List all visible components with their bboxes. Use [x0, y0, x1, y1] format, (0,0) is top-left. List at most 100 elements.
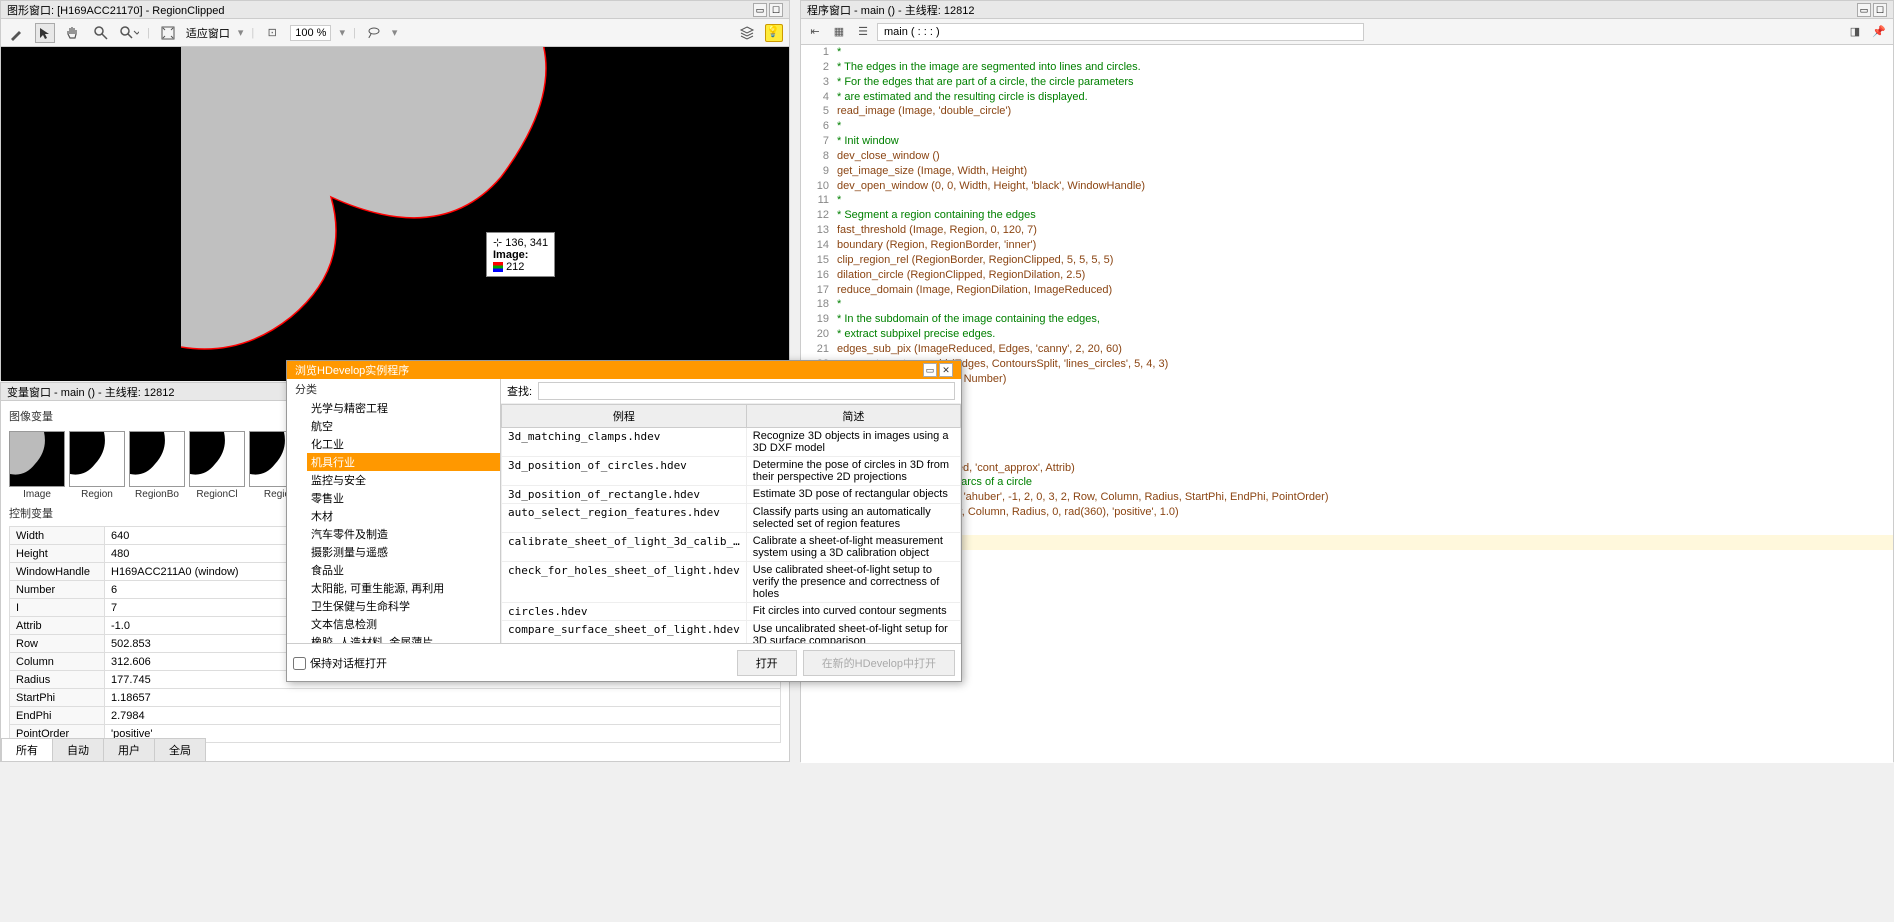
- zoom-icon[interactable]: [91, 23, 111, 43]
- example-row[interactable]: auto_select_region_features.hdevClassify…: [502, 504, 961, 533]
- category-item[interactable]: 光学与精密工程: [311, 399, 500, 417]
- code-line[interactable]: tour_xld (ContCircle, Row, Column, Radiu…: [805, 505, 1893, 520]
- code-line[interactable]: 17reduce_domain (Image, RegionDilation, …: [805, 283, 1893, 298]
- category-item[interactable]: 航空: [311, 417, 500, 435]
- example-row[interactable]: 3d_position_of_circles.hdevDetermine the…: [502, 457, 961, 486]
- procedure-selector[interactable]: main ( : : : ): [877, 23, 1364, 41]
- hand-icon[interactable]: [63, 23, 83, 43]
- col-desc[interactable]: 简述: [746, 405, 960, 428]
- category-item[interactable]: 食品业: [311, 561, 500, 579]
- code-line[interactable]: 7* Init window: [805, 134, 1893, 149]
- step-icon[interactable]: ▦: [829, 22, 849, 42]
- fit-window-icon[interactable]: [158, 23, 178, 43]
- code-line[interactable]: 23count_obj (ContoursSplit, Number): [805, 372, 1893, 387]
- example-row[interactable]: calibrate_sheet_of_light_3d_calib_…Calib…: [502, 533, 961, 562]
- dialog-titlebar[interactable]: 浏览HDevelop实例程序 ▭ ✕: [287, 361, 961, 379]
- code-line[interactable]: the line segment that are arcs of a circ…: [805, 475, 1893, 490]
- open-button[interactable]: 打开: [737, 650, 797, 676]
- tab-3[interactable]: 全局: [154, 738, 206, 761]
- hier-icon[interactable]: ◨: [1845, 22, 1865, 42]
- ctrl-row[interactable]: StartPhi1.18657: [10, 689, 781, 707]
- code-line[interactable]: _attrib_xld (ObjectSelected, 'cont_appro…: [805, 461, 1893, 476]
- dialog-close-button[interactable]: ✕: [939, 363, 953, 377]
- code-line[interactable]: 11*: [805, 193, 1893, 208]
- example-row[interactable]: 3d_matching_clamps.hdevRecognize 3D obje…: [502, 428, 961, 457]
- code-line[interactable]: 9get_image_size (Image, Width, Height): [805, 164, 1893, 179]
- col-example[interactable]: 例程: [502, 405, 747, 428]
- category-tree[interactable]: 分类 光学与精密工程航空化工业机具行业监控与安全零售业木材汽车零件及制造摄影测量…: [287, 379, 501, 643]
- category-item[interactable]: 化工业: [311, 435, 500, 453]
- code-line[interactable]: 22segment_contours_xld (Edges, ContoursS…: [805, 357, 1893, 372]
- code-line[interactable]: tour_xld (ObjectSelected, 'ahuber', -1, …: [805, 490, 1893, 505]
- category-item[interactable]: 汽车零件及制造: [311, 525, 500, 543]
- code-line[interactable]: plit): [805, 535, 1893, 550]
- zoom-level[interactable]: 100 %: [290, 25, 331, 41]
- enter-proc-icon[interactable]: ⇤: [805, 22, 825, 42]
- thumb-regionbo[interactable]: RegionBo: [129, 431, 185, 500]
- category-item[interactable]: 橡胶, 人造材料, 金属薄片: [311, 633, 500, 643]
- lasso-icon[interactable]: [364, 23, 384, 43]
- pin-icon[interactable]: 📌: [1869, 22, 1889, 42]
- code-line[interactable]: 5read_image (Image, 'double_circle'): [805, 104, 1893, 119]
- code-line[interactable]: 13fast_threshold (Image, Region, 0, 120,…: [805, 223, 1893, 238]
- tab-0[interactable]: 所有: [1, 738, 53, 761]
- tab-1[interactable]: 自动: [52, 738, 104, 761]
- code-line[interactable]: 6*: [805, 119, 1893, 134]
- code-line[interactable]: 15clip_region_rel (RegionBorder, RegionC…: [805, 253, 1893, 268]
- code-line[interactable]: 19* In the subdomain of the image contai…: [805, 312, 1893, 327]
- thumb-regioncl[interactable]: RegionCl: [189, 431, 245, 500]
- category-item[interactable]: 卫生保健与生命科学: [311, 597, 500, 615]
- category-item[interactable]: 机具行业: [307, 453, 500, 471]
- code-line[interactable]: 20* extract subpixel precise edges.: [805, 327, 1893, 342]
- examples-table[interactable]: 例程 简述 3d_matching_clamps.hdevRecognize 3…: [501, 404, 961, 643]
- code-line[interactable]: 8dev_close_window (): [805, 149, 1893, 164]
- open-new-button[interactable]: 在新的HDevelop中打开: [803, 650, 955, 676]
- layers-icon[interactable]: [737, 23, 757, 43]
- code-line[interactable]: f'): [805, 416, 1893, 431]
- list-icon[interactable]: ☰: [853, 22, 873, 42]
- keep-open-input[interactable]: [293, 657, 306, 670]
- code-line[interactable]: 10dev_open_window (0, 0, Width, Height, …: [805, 179, 1893, 194]
- thumb-image[interactable]: Image: [9, 431, 65, 500]
- code-line[interactable]: 24dev_display (Image): [805, 386, 1893, 401]
- graphics-canvas[interactable]: ⊹ 136, 341 Image: 212: [1, 47, 789, 381]
- code-line[interactable]: by 1: [805, 431, 1893, 446]
- code-line[interactable]: 16dilation_circle (RegionClipped, Region…: [805, 268, 1893, 283]
- bulb-icon[interactable]: 💡: [765, 24, 783, 42]
- code-line[interactable]: 12* Segment a region containing the edge…: [805, 208, 1893, 223]
- example-row[interactable]: 3d_position_of_rectangle.hdevEstimate 3D…: [502, 486, 961, 504]
- dialog-min-button[interactable]: ▭: [923, 363, 937, 377]
- maximize-button[interactable]: ☐: [769, 3, 783, 17]
- code-editor[interactable]: 1*2* The edges in the image are segmente…: [801, 45, 1893, 763]
- category-item[interactable]: 摄影测量与遥感: [311, 543, 500, 561]
- category-item[interactable]: 文本信息检测: [311, 615, 500, 633]
- tab-2[interactable]: 用户: [103, 738, 155, 761]
- code-line[interactable]: 14boundary (Region, RegionBorder, 'inner…: [805, 238, 1893, 253]
- zoom-dropdown-icon[interactable]: [119, 23, 139, 43]
- code-line[interactable]: ontCircle): [805, 520, 1893, 535]
- category-item[interactable]: 零售业: [311, 489, 500, 507]
- fit-window-label[interactable]: 适应窗口: [186, 25, 230, 41]
- brush-icon[interactable]: [7, 23, 27, 43]
- minimize-button[interactable]: ▭: [753, 3, 767, 17]
- ctrl-row[interactable]: EndPhi2.7984: [10, 707, 781, 725]
- code-line[interactable]: 2* The edges in the image are segmented …: [805, 60, 1893, 75]
- category-item[interactable]: 监控与安全: [311, 471, 500, 489]
- pointer-icon[interactable]: [35, 23, 55, 43]
- category-item[interactable]: 木材: [311, 507, 500, 525]
- code-line[interactable]: rsSplit, ObjectSelected, I): [805, 446, 1893, 461]
- example-row[interactable]: check_for_holes_sheet_of_light.hdevUse c…: [502, 562, 961, 603]
- thumb-region[interactable]: Region: [69, 431, 125, 500]
- search-input[interactable]: [538, 382, 955, 400]
- minimize-button[interactable]: ▭: [1857, 3, 1871, 17]
- example-row[interactable]: circles.hdevFit circles into curved cont…: [502, 603, 961, 621]
- code-line[interactable]: 21edges_sub_pix (ImageReduced, Edges, 'c…: [805, 342, 1893, 357]
- target-icon[interactable]: ⊡: [262, 23, 282, 43]
- code-line[interactable]: 3* For the edges that are part of a circ…: [805, 75, 1893, 90]
- code-line[interactable]: 1*: [805, 45, 1893, 60]
- maximize-button[interactable]: ☐: [1873, 3, 1887, 17]
- keep-open-checkbox[interactable]: 保持对话框打开: [293, 655, 387, 671]
- code-line[interactable]: 25dev_set_draw ('margin'): [805, 401, 1893, 416]
- example-row[interactable]: compare_surface_sheet_of_light.hdevUse u…: [502, 621, 961, 644]
- category-item[interactable]: 太阳能, 可重生能源, 再利用: [311, 579, 500, 597]
